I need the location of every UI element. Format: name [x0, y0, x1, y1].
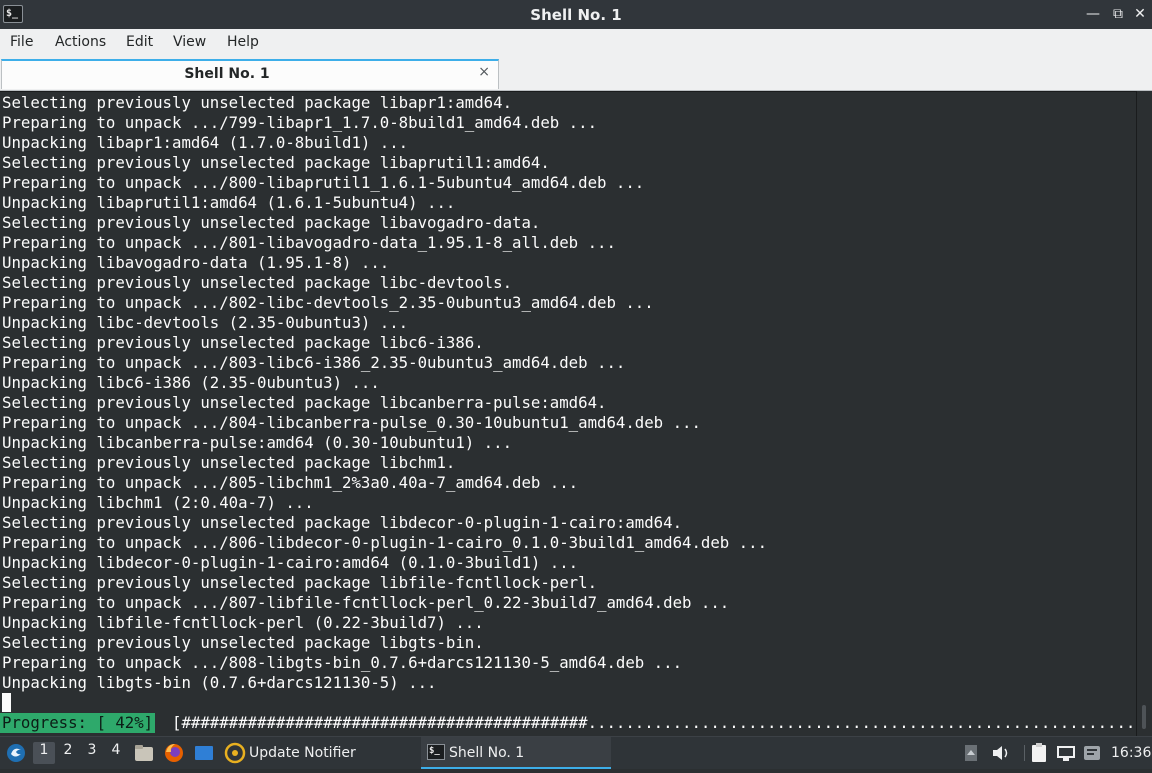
network-icon[interactable]: [1055, 737, 1077, 769]
start-menu-icon[interactable]: [4, 737, 28, 769]
terminal-line: Unpacking libcanberra-pulse:amd64 (0.30-…: [2, 433, 513, 452]
task-label: Update Notifier: [249, 745, 356, 761]
menu-bar: File Actions Edit View Help: [0, 29, 1152, 57]
task-label: Shell No. 1: [449, 745, 525, 761]
clipboard-icon[interactable]: [1028, 737, 1050, 769]
notifications-icon[interactable]: [1081, 737, 1103, 769]
menu-view[interactable]: View: [173, 34, 206, 50]
volume-icon[interactable]: [990, 737, 1012, 769]
terminal-line: Unpacking libc6-i386 (2.35-0ubuntu3) ...: [2, 373, 380, 392]
terminal-line: Unpacking libgts-bin (0.7.6+darcs121130-…: [2, 673, 437, 692]
terminal-line: Selecting previously unselected package …: [2, 513, 683, 532]
terminal-line: Unpacking libavogadro-data (1.95.1-8) ..…: [2, 253, 390, 272]
show-desktop-icon[interactable]: [193, 737, 215, 769]
scrollbar-thumb[interactable]: [1142, 705, 1146, 729]
minimize-button[interactable]: —: [1083, 4, 1103, 24]
terminal-line: Selecting previously unselected package …: [2, 213, 541, 232]
terminal-line: Preparing to unpack .../807-libfile-fcnt…: [2, 593, 730, 612]
terminal-line: Preparing to unpack .../804-libcanberra-…: [2, 413, 701, 432]
terminal-output[interactable]: Selecting previously unselected package …: [0, 91, 1137, 738]
terminal-line: Unpacking libdecor-0-plugin-1-cairo:amd6…: [2, 553, 579, 572]
terminal-cursor: [2, 693, 11, 712]
terminal-line: Selecting previously unselected package …: [2, 273, 513, 292]
menu-file[interactable]: File: [10, 34, 33, 50]
terminal-line: Preparing to unpack .../802-libc-devtool…: [2, 293, 654, 312]
window-titlebar[interactable]: $_ Shell No. 1 — ⧉ ✕: [0, 0, 1152, 29]
desktop-2-button[interactable]: 2: [57, 742, 79, 764]
menu-actions[interactable]: Actions: [55, 34, 106, 50]
terminal-line: Unpacking libc-devtools (2.35-0ubuntu3) …: [2, 313, 409, 332]
tab-label: Shell No. 1: [184, 66, 270, 82]
maximize-button[interactable]: ⧉: [1108, 4, 1128, 24]
terminal-line: Unpacking libchm1 (2:0.40a-7) ...: [2, 493, 314, 512]
terminal-line: Unpacking libapr1:amd64 (1.7.0-8build1) …: [2, 133, 409, 152]
firefox-icon[interactable]: [163, 737, 185, 769]
taskbar: 1 2 3 4 Update Notifier $_ Shell No. 1 1…: [0, 736, 1152, 769]
terminal-line: Selecting previously unselected package …: [2, 153, 550, 172]
clock[interactable]: 16:36: [1111, 737, 1151, 769]
terminal-line: Selecting previously unselected package …: [2, 633, 484, 652]
close-button[interactable]: ✕: [1130, 4, 1150, 24]
terminal-line: Preparing to unpack .../801-libavogadro-…: [2, 233, 616, 252]
terminal-line: Selecting previously unselected package …: [2, 393, 607, 412]
terminal-line: Selecting previously unselected package …: [2, 333, 484, 352]
terminal-line: Selecting previously unselected package …: [2, 453, 456, 472]
menu-edit[interactable]: Edit: [126, 34, 153, 50]
terminal-line: Preparing to unpack .../803-libc6-i386_2…: [2, 353, 626, 372]
task-update-notifier[interactable]: Update Notifier: [224, 737, 414, 769]
terminal-line: Unpacking libfile-fcntllock-perl (0.22-3…: [2, 613, 484, 632]
update-notifier-icon: [224, 742, 246, 764]
tab-bar: Shell No. 1 ×: [0, 57, 1152, 91]
file-manager-icon[interactable]: [133, 737, 155, 769]
terminal-line: Preparing to unpack .../808-libgts-bin_0…: [2, 653, 683, 672]
terminal-line: Selecting previously unselected package …: [2, 93, 513, 112]
tray-up-arrow-icon[interactable]: [962, 737, 980, 769]
progress-label: Progress: [ 42%]: [0, 713, 156, 733]
terminal-line: Preparing to unpack .../806-libdecor-0-p…: [2, 533, 768, 552]
desktop-3-button[interactable]: 3: [81, 742, 103, 764]
terminal-line: Preparing to unpack .../800-libaprutil1_…: [2, 173, 645, 192]
menu-help[interactable]: Help: [227, 34, 259, 50]
terminal-line: Unpacking libaprutil1:amd64 (1.6.1-5ubun…: [2, 193, 456, 212]
desktop-1-button[interactable]: 1: [33, 742, 55, 764]
terminal-line: Preparing to unpack .../799-libapr1_1.7.…: [2, 113, 598, 132]
terminal-task-icon: $_: [427, 744, 445, 760]
task-shell-no-1[interactable]: $_ Shell No. 1: [421, 737, 611, 769]
terminal-scrollbar[interactable]: [1137, 91, 1152, 736]
tab-shell-1[interactable]: Shell No. 1 ×: [1, 59, 499, 89]
progress-bar: [#######################################…: [172, 713, 1137, 732]
window-title: Shell No. 1: [530, 6, 622, 24]
desktop-4-button[interactable]: 4: [105, 742, 127, 764]
terminal-line: Selecting previously unselected package …: [2, 573, 598, 592]
terminal-line: Preparing to unpack .../805-libchm1_2%3a…: [2, 473, 579, 492]
tab-close-icon[interactable]: ×: [478, 64, 490, 80]
